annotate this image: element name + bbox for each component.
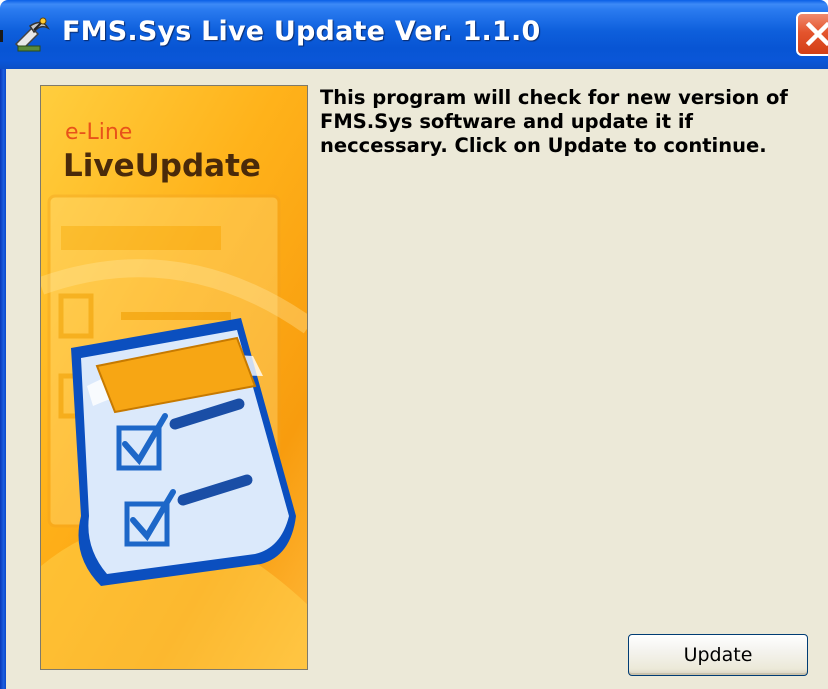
update-button[interactable]: Update: [628, 634, 808, 676]
close-button[interactable]: [796, 12, 828, 56]
brand-liveupdate: LiveUpdate: [63, 148, 261, 184]
close-icon: [805, 21, 828, 47]
live-update-window: FMS.Sys Live Update Ver. 1.1.0 e-Line Li…: [0, 0, 828, 689]
window-title: FMS.Sys Live Update Ver. 1.1.0: [62, 16, 541, 47]
window-left-border: [0, 69, 6, 689]
info-message: This program will check for new version …: [320, 86, 788, 157]
brand-eline: e-Line: [65, 120, 133, 145]
liveupdate-banner: e-Line LiveUpdate: [40, 85, 308, 670]
satellite-dish-icon: [14, 17, 50, 52]
title-edge-mark: [0, 30, 3, 42]
title-bar[interactable]: FMS.Sys Live Update Ver. 1.1.0: [0, 0, 828, 69]
